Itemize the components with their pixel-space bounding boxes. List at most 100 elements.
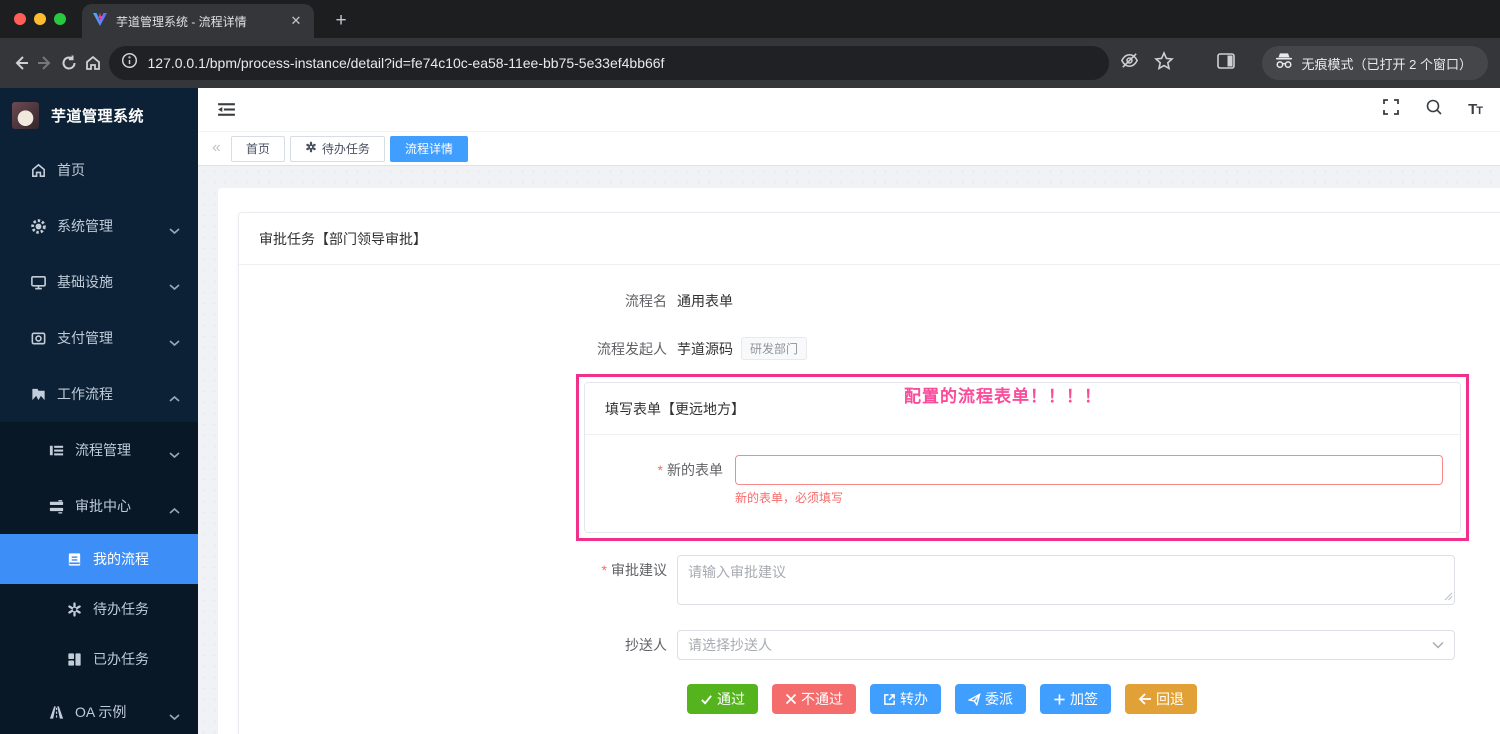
gear-icon — [30, 218, 47, 235]
sidebar-item-done-tasks[interactable]: 已办任务 — [0, 634, 198, 684]
incognito-label: 无痕模式（已打开 2 个窗口） — [1302, 54, 1472, 73]
fullscreen-icon[interactable] — [1382, 98, 1400, 121]
validation-error-message: 新的表单，必须填写 — [735, 489, 1443, 506]
browser-toolbar: 127.0.0.1/bpm/process-instance/detail?id… — [0, 38, 1500, 88]
reload-icon[interactable] — [60, 48, 78, 78]
side-panel-icon[interactable] — [1216, 51, 1236, 76]
form-annotation: 配置的流程表单！！！！ — [904, 382, 1102, 407]
close-tab-icon[interactable]: ✕ — [288, 13, 304, 29]
action-buttons: 通过 不通过 转办 委派 — [687, 684, 1500, 714]
tab-home[interactable]: 首页 — [231, 136, 285, 162]
approval-icon — [48, 498, 65, 515]
sidebar-item-label: 首页 — [57, 160, 85, 180]
sidebar-item-my-process[interactable]: 我的流程 — [0, 534, 198, 584]
site-info-icon[interactable] — [121, 52, 138, 74]
resize-handle-icon[interactable] — [1444, 588, 1453, 606]
chevron-up-icon — [169, 390, 180, 406]
chevron-down-icon — [169, 222, 180, 238]
sidebar-item-infra[interactable]: 基础设施 — [0, 254, 198, 310]
window-controls[interactable] — [0, 0, 82, 38]
browser-tab-title: 芋道管理系统 - 流程详情 — [116, 13, 280, 30]
add-sign-button[interactable]: 加签 — [1040, 684, 1111, 714]
address-bar[interactable]: 127.0.0.1/bpm/process-instance/detail?id… — [109, 46, 1109, 80]
sidebar-item-process-mgmt[interactable]: 流程管理 — [0, 422, 198, 478]
bookmark-star-icon[interactable] — [1154, 51, 1174, 76]
monitor-icon — [30, 274, 47, 291]
chevron-down-icon — [169, 446, 180, 462]
sidebar-item-label: 支付管理 — [57, 328, 113, 348]
cc-label: 抄送人 — [239, 635, 677, 655]
url-text[interactable]: 127.0.0.1/bpm/process-instance/detail?id… — [148, 55, 665, 71]
transfer-button[interactable]: 转办 — [870, 684, 941, 714]
sidebar-item-todo-tasks[interactable]: 待办任务 — [0, 584, 198, 634]
sidebar-item-label: 已办任务 — [93, 649, 149, 669]
approve-comment-label: *审批建议 — [239, 555, 677, 585]
workflow-icon — [30, 386, 47, 403]
browser-tab[interactable]: 芋道管理系统 - 流程详情 ✕ — [82, 4, 314, 38]
road-icon — [48, 704, 65, 721]
approve-comment-textarea[interactable] — [677, 555, 1455, 605]
tab-todo-tasks[interactable]: 待办任务 — [290, 136, 385, 162]
sidebar-item-label: 流程管理 — [75, 440, 131, 460]
sidebar-item-approval-center[interactable]: 审批中心 — [0, 478, 198, 534]
menu-fold-icon[interactable] — [216, 99, 238, 121]
chevron-down-icon — [169, 278, 180, 294]
sidebar-item-label: 基础设施 — [57, 272, 113, 292]
cog-icon — [66, 601, 83, 618]
incognito-icon — [1274, 52, 1294, 75]
scroll-left-icon[interactable]: « — [212, 139, 221, 157]
app-title: 芋道管理系统 — [51, 105, 144, 126]
logo-row[interactable]: 芋道管理系统 — [0, 88, 198, 142]
tab-label: 待办任务 — [322, 140, 370, 157]
department-tag: 研发部门 — [741, 337, 807, 360]
sidebar-item-label: 我的流程 — [93, 549, 149, 569]
home-icon[interactable] — [84, 48, 102, 78]
sidebar-item-label: OA 示例 — [75, 702, 126, 722]
new-form-field-label: *新的表单 — [605, 455, 735, 485]
cc-placeholder: 请选择抄送人 — [688, 635, 1432, 655]
reject-button[interactable]: 不通过 — [772, 684, 856, 714]
back-icon[interactable] — [12, 48, 30, 78]
forward-icon[interactable] — [36, 48, 54, 78]
sidebar-item-payment[interactable]: 支付管理 — [0, 310, 198, 366]
app-logo-avatar — [12, 102, 39, 129]
sidebar-item-oa-example[interactable]: OA 示例 — [0, 684, 198, 734]
maximize-window-button[interactable] — [54, 13, 66, 25]
cc-select[interactable]: 请选择抄送人 — [677, 630, 1455, 660]
chevron-down-icon — [1432, 636, 1444, 654]
approval-task-card: 审批任务【部门领导审批】 流程名 通用表单 流程发起人 芋道源码 研发部门 配置… — [238, 212, 1500, 734]
page-tab-bar: « 首页 待办任务 流程详情 — [198, 131, 1500, 166]
process-name-label: 流程名 — [239, 291, 677, 311]
minimize-window-button[interactable] — [34, 13, 46, 25]
app-header: TT — [198, 88, 1500, 131]
sidebar-item-label: 审批中心 — [75, 496, 131, 516]
sidebar-item-label: 待办任务 — [93, 599, 149, 619]
browser-tab-strip: 芋道管理系统 - 流程详情 ✕ + — [0, 0, 1500, 38]
browser-chrome: 芋道管理系统 - 流程详情 ✕ + 127.0.0.1/bpm/process-… — [0, 0, 1500, 88]
approve-button[interactable]: 通过 — [687, 684, 758, 714]
detail-panel: 审批任务【部门领导审批】 流程名 通用表单 流程发起人 芋道源码 研发部门 配置… — [218, 188, 1500, 734]
tab-label: 首页 — [246, 140, 270, 157]
payment-icon — [30, 330, 47, 347]
close-window-button[interactable] — [14, 13, 26, 25]
cog-icon — [305, 141, 317, 156]
new-tab-button[interactable]: + — [328, 10, 354, 32]
process-list-icon — [48, 442, 65, 459]
sidebar-item-workflow[interactable]: 工作流程 — [0, 366, 198, 422]
chevron-up-icon — [169, 502, 180, 518]
delegate-button[interactable]: 委派 — [955, 684, 1026, 714]
search-icon[interactable] — [1425, 98, 1443, 121]
workflow-submenu: 流程管理 审批中心 我的流程 待办任务 已办任务 — [0, 422, 198, 734]
sidebar-item-home[interactable]: 首页 — [0, 142, 198, 198]
tab-process-detail[interactable]: 流程详情 — [390, 136, 468, 162]
font-size-icon[interactable]: TT — [1468, 101, 1482, 118]
new-form-input[interactable] — [735, 455, 1443, 485]
process-name-value: 通用表单 — [677, 291, 733, 311]
grid-icon — [66, 651, 83, 668]
chevron-down-icon — [169, 334, 180, 350]
sidebar-item-system[interactable]: 系统管理 — [0, 198, 198, 254]
document-icon — [66, 551, 83, 568]
incognito-badge[interactable]: 无痕模式（已打开 2 个窗口） — [1262, 46, 1488, 80]
return-button[interactable]: 回退 — [1125, 684, 1197, 714]
tracking-protection-icon[interactable] — [1119, 50, 1140, 76]
